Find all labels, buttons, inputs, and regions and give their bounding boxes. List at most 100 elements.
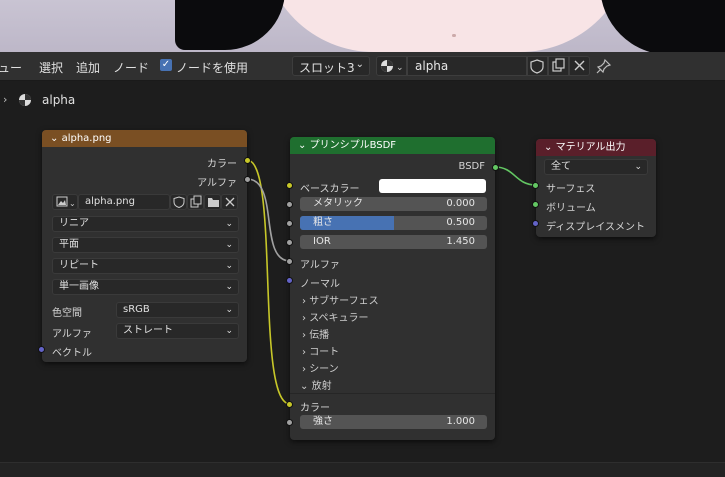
output-node-header[interactable]: ⌄ マテリアル出力 (536, 139, 656, 156)
input-metallic-socket[interactable] (286, 201, 293, 208)
strength-value: 1.000 (446, 416, 475, 427)
panel-subsurface-label: サブサーフェス (309, 296, 379, 307)
panel-coat[interactable]: › コート (302, 343, 339, 358)
normal-input-label: ノーマル (300, 279, 340, 290)
chevron-down-icon: ⌄ (300, 381, 309, 392)
link-color-to-emission (246, 159, 291, 405)
shield-icon (173, 196, 185, 209)
output-color-socket[interactable] (244, 157, 251, 164)
panel-sheen[interactable]: › シーン (302, 360, 339, 375)
output-target-value: 全て (551, 161, 571, 172)
emission-color-label: カラー (300, 403, 330, 414)
displacement-label: ディスプレイスメント (546, 222, 645, 233)
panel-transmission-label: 伝播 (309, 330, 330, 341)
input-roughness-socket[interactable] (286, 220, 293, 227)
strength-label: 強さ (313, 416, 333, 427)
alpha-mode-dropdown[interactable]: ストレート ⌄ (116, 323, 239, 339)
input-emission-strength-socket[interactable] (286, 419, 293, 426)
image-name-field[interactable]: alpha.png (78, 194, 170, 210)
output-alpha-socket[interactable] (244, 176, 251, 183)
image-node-header[interactable]: ⌄ alpha.png (42, 130, 247, 147)
roughness-slider[interactable]: 粗さ 0.500 (300, 216, 487, 230)
output-bsdf-socket[interactable] (492, 164, 499, 171)
status-bar (0, 462, 725, 477)
fake-user-button[interactable] (170, 194, 187, 210)
panel-sheen-label: シーン (309, 364, 339, 375)
image-texture-node[interactable]: ⌄ alpha.png カラー アルファ ⌄ alpha.png リニア ⌄ 平面… (38, 130, 251, 362)
base-color-label: ベースカラー (300, 184, 360, 195)
volume-label: ボリューム (546, 203, 596, 214)
panel-emission[interactable]: ⌄ 放射 (300, 377, 332, 392)
chevron-right-icon: › (302, 364, 306, 375)
input-alpha-socket[interactable] (286, 258, 293, 265)
chevron-down-icon: ⌄ (225, 282, 233, 292)
ior-field[interactable]: IOR 1.450 (300, 235, 487, 249)
principled-bsdf-node[interactable]: ⌄ プリンシプルBSDF BSDF ベースカラー メタリック 0.000 粗さ … (286, 137, 499, 440)
interpolation-dropdown[interactable]: リニア ⌄ (52, 216, 239, 232)
chevron-down-icon: ⌄ (225, 261, 233, 271)
duplicate-image-button[interactable] (187, 194, 204, 210)
input-base-color-socket[interactable] (286, 182, 293, 189)
colorspace-value: sRGB (123, 304, 150, 315)
chevron-down-icon: ⌄ (225, 326, 233, 336)
ior-value: 1.450 (446, 236, 475, 247)
projection-dropdown[interactable]: 平面 ⌄ (52, 237, 239, 253)
extension-dropdown[interactable]: リピート ⌄ (52, 258, 239, 274)
folder-icon (208, 198, 219, 207)
input-ior-socket[interactable] (286, 239, 293, 246)
chevron-down-icon: ⌄ (298, 140, 307, 151)
projection-value: 平面 (59, 239, 79, 250)
panel-coat-label: コート (309, 347, 340, 358)
output-node-title: マテリアル出力 (555, 142, 626, 153)
duplicate-icon (190, 195, 202, 208)
extension-value: リピート (59, 260, 99, 271)
chevron-down-icon: ⌄ (225, 219, 233, 229)
image-browse-button[interactable]: ⌄ (52, 194, 78, 210)
chevron-right-icon: › (302, 347, 306, 358)
chevron-right-icon: › (302, 330, 306, 341)
metallic-label: メタリック (313, 198, 363, 209)
image-icon: ⌄ (56, 196, 76, 208)
chevron-down-icon: ⌄ (225, 240, 233, 250)
input-displacement-socket[interactable] (532, 220, 539, 227)
input-surface-socket[interactable] (532, 182, 539, 189)
roughness-label: 粗さ (313, 217, 333, 228)
input-vector-label: ベクトル (52, 348, 92, 359)
link-bsdf-to-surface (494, 166, 537, 186)
panel-subsurface[interactable]: › サブサーフェス (302, 292, 379, 307)
roughness-value: 0.500 (446, 217, 475, 228)
material-output-node[interactable]: ⌄ マテリアル出力 全て ⌄ サーフェス ボリューム ディスプレイスメント (532, 139, 656, 237)
input-normal-socket[interactable] (286, 277, 293, 284)
ior-label: IOR (313, 236, 331, 247)
alpha-mode-value: ストレート (123, 325, 173, 336)
bsdf-node-header[interactable]: ⌄ プリンシプルBSDF (290, 137, 495, 154)
image-node-title: alpha.png (61, 133, 112, 144)
divider (290, 393, 495, 394)
base-color-swatch[interactable] (379, 179, 486, 193)
chevron-down-icon: ⌄ (225, 305, 233, 315)
close-icon (225, 197, 235, 207)
chevron-right-icon: › (302, 296, 306, 307)
unlink-image-button[interactable] (221, 194, 238, 210)
alpha-input-label: アルファ (300, 260, 340, 271)
metallic-value: 0.000 (446, 198, 475, 209)
input-emission-color-socket[interactable] (286, 401, 293, 408)
colorspace-dropdown[interactable]: sRGB ⌄ (116, 302, 239, 318)
svg-text:⌄: ⌄ (69, 199, 76, 208)
input-vector-socket[interactable] (38, 346, 45, 353)
input-volume-socket[interactable] (532, 201, 539, 208)
source-dropdown[interactable]: 単一画像 ⌄ (52, 279, 239, 295)
metallic-field[interactable]: メタリック 0.000 (300, 197, 487, 211)
source-value: 単一画像 (59, 281, 99, 292)
chevron-down-icon: ⌄ (634, 162, 642, 172)
emission-strength-field[interactable]: 強さ 1.000 (300, 415, 487, 429)
link-alpha-to-alpha (246, 178, 291, 262)
output-bsdf-label: BSDF (458, 161, 485, 172)
panel-specular[interactable]: › スペキュラー (302, 309, 369, 324)
chevron-down-icon: ⌄ (544, 142, 553, 153)
panel-transmission[interactable]: › 伝播 (302, 326, 329, 341)
output-target-dropdown[interactable]: 全て ⌄ (544, 159, 648, 175)
panel-emission-label: 放射 (311, 381, 332, 392)
surface-label: サーフェス (546, 184, 596, 195)
open-image-button[interactable] (204, 194, 221, 210)
